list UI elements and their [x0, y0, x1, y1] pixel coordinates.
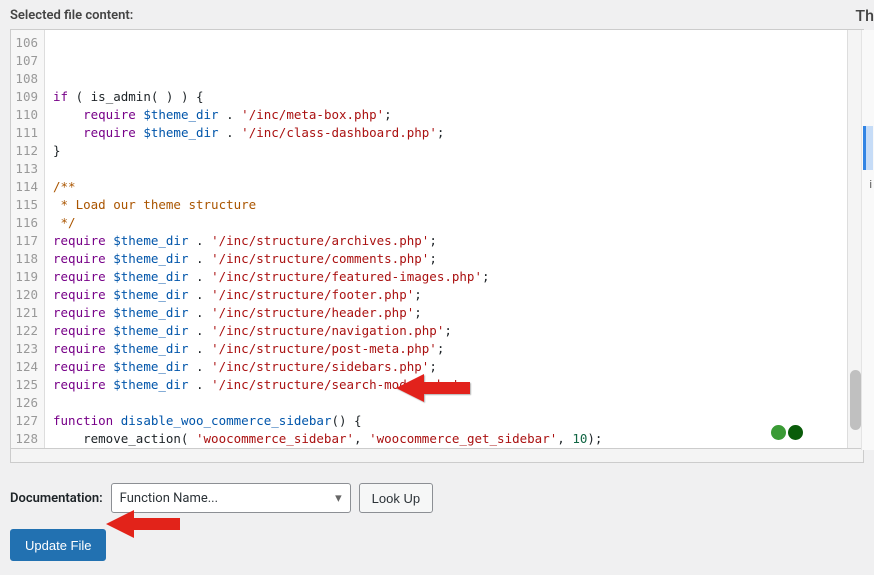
- documentation-label: Documentation:: [10, 491, 103, 506]
- update-file-button[interactable]: Update File: [10, 529, 106, 561]
- code-line[interactable]: require $theme_dir . '/inc/meta-box.php'…: [53, 106, 839, 124]
- code-line[interactable]: */: [53, 214, 839, 232]
- select-value: Function Name...: [120, 491, 218, 506]
- code-line[interactable]: require $theme_dir . '/inc/structure/hea…: [53, 304, 839, 322]
- code-line[interactable]: /**: [53, 178, 839, 196]
- lookup-button[interactable]: Look Up: [359, 483, 433, 513]
- code-line[interactable]: require $theme_dir . '/inc/structure/nav…: [53, 322, 839, 340]
- code-line[interactable]: }: [53, 142, 839, 160]
- code-line[interactable]: require $theme_dir . '/inc/structure/sid…: [53, 358, 839, 376]
- partial-letter: i: [869, 178, 872, 191]
- scroll-thumb[interactable]: [850, 370, 861, 430]
- line-number-gutter: 1061071081091101111121131141151161171181…: [11, 30, 45, 448]
- code-line[interactable]: require $theme_dir . '/inc/structure/com…: [53, 250, 839, 268]
- horizontal-scrollbar[interactable]: [10, 449, 864, 463]
- code-line[interactable]: require $theme_dir . '/inc/structure/fea…: [53, 268, 839, 286]
- code-line[interactable]: remove_action( 'woocommerce_sidebar', 'w…: [53, 430, 839, 448]
- grammarly-badge: [771, 425, 805, 442]
- partial-text-right: Th: [855, 6, 874, 25]
- code-line[interactable]: require $theme_dir . '/inc/structure/sea…: [53, 376, 839, 394]
- right-side-strip: i: [861, 30, 874, 450]
- code-line[interactable]: if ( is_admin( ) ) {: [53, 88, 839, 106]
- code-editor[interactable]: 1061071081091101111121131141151161171181…: [10, 29, 864, 449]
- section-title: Selected file content:: [0, 0, 874, 29]
- code-line[interactable]: * Load our theme structure: [53, 196, 839, 214]
- code-line[interactable]: require $theme_dir . '/inc/structure/foo…: [53, 286, 839, 304]
- code-line[interactable]: function disable_woo_commerce_sidebar() …: [53, 412, 839, 430]
- code-line[interactable]: [53, 394, 839, 412]
- code-line[interactable]: [53, 70, 839, 88]
- right-highlight: [863, 126, 873, 170]
- code-line[interactable]: require $theme_dir . '/inc/structure/arc…: [53, 232, 839, 250]
- code-line[interactable]: [53, 160, 839, 178]
- code-line[interactable]: require $theme_dir . '/inc/structure/pos…: [53, 340, 839, 358]
- code-content[interactable]: if ( is_admin( ) ) { require $theme_dir …: [45, 30, 847, 448]
- function-name-select[interactable]: Function Name...: [111, 483, 351, 513]
- code-line[interactable]: require $theme_dir . '/inc/class-dashboa…: [53, 124, 839, 142]
